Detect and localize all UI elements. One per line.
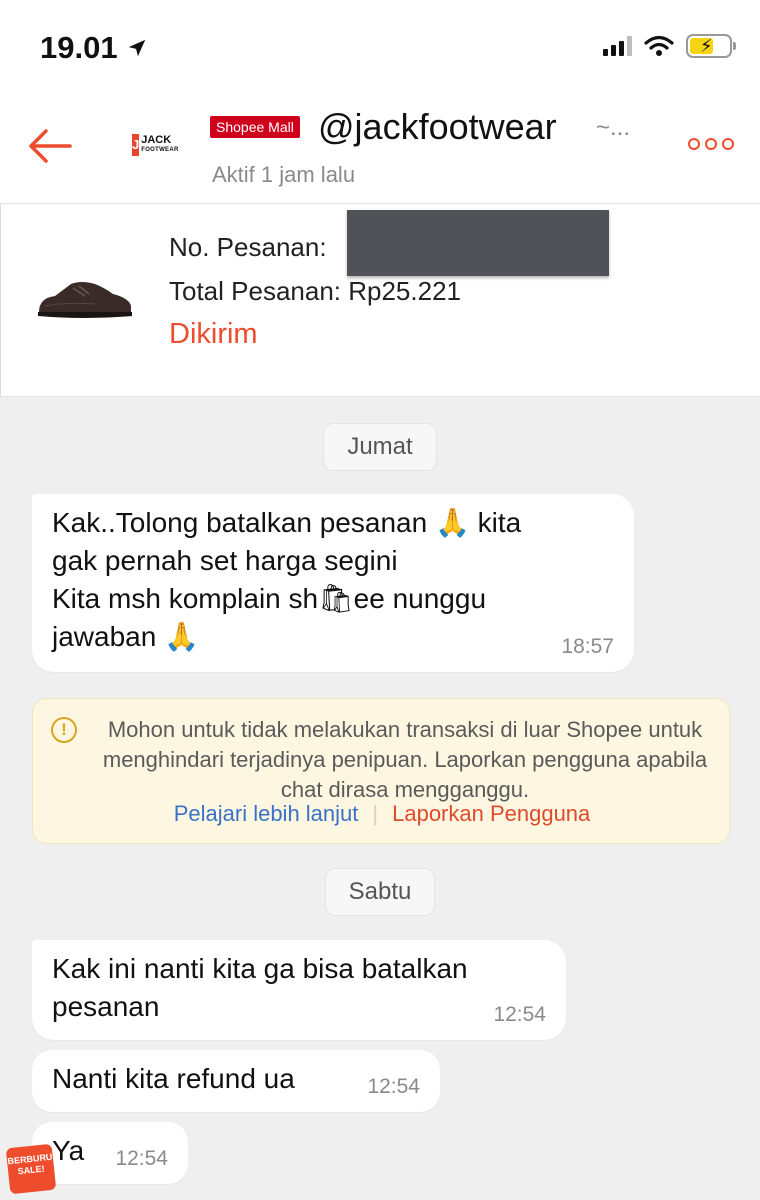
wifi-icon <box>644 35 674 56</box>
order-number-label: No. Pesanan: <box>169 232 327 262</box>
info-circle-icon: ! <box>51 717 77 743</box>
safety-warning-banner: ! Mohon untuk tidak melakukan transaksi … <box>32 698 730 844</box>
order-card[interactable]: No. Pesanan: Total Pesanan: Rp25.221 Dik… <box>0 204 760 397</box>
date-chip: Sabtu <box>325 868 435 916</box>
message-time: 12:54 <box>493 1003 546 1026</box>
message-line: pesanan <box>52 991 160 1022</box>
warning-text: Mohon untuk tidak melakukan transaksi di… <box>102 717 708 802</box>
message-line: Kak ini nanti kita ga bisa batalkan <box>52 953 468 984</box>
report-user-link[interactable]: Laporkan Pengguna <box>392 801 590 826</box>
status-time: 19.01 <box>40 30 148 66</box>
message-line: gak pernah set harga segini <box>52 545 398 576</box>
shoe-product-image <box>38 282 132 318</box>
message-text: Kita msh komplain sh <box>52 583 319 614</box>
message-line: Nanti kita refund ua <box>52 1063 295 1094</box>
status-bar: 19.01 ⚡ <box>0 0 760 96</box>
status-time-text: 19.01 <box>40 30 118 65</box>
message-bubble[interactable]: Kak ini nanti kita ga bisa batalkan pesa… <box>32 940 566 1040</box>
more-dots-icon[interactable] <box>688 138 734 150</box>
sale-sticker: BERBURU SALE! <box>5 1143 57 1195</box>
order-total: Total Pesanan: Rp25.221 <box>169 276 461 306</box>
folded-hands-icon: 🙏 <box>164 621 199 652</box>
shopee-bag-icon: 🛍 <box>318 583 354 614</box>
message-text: kita <box>477 507 522 538</box>
message-bubble[interactable]: Kak..Tolong batalkan pesanan 🙏 kita gak … <box>32 494 634 672</box>
battery-charging-icon: ⚡ <box>686 34 736 58</box>
order-status: Dikirim <box>169 318 258 350</box>
status-icons: ⚡ <box>603 34 736 58</box>
message-time: 18:57 <box>561 635 614 658</box>
message-line: Kita msh komplain sh🛍ee nunggu <box>52 580 614 618</box>
message-text: jawaban <box>52 621 157 652</box>
shop-name-suffix: ~... <box>596 114 631 141</box>
message-bubble[interactable]: Nanti kita refund ua 12:54 <box>32 1050 440 1112</box>
redacted-order-number <box>347 210 609 276</box>
date-chip: Jumat <box>323 423 437 471</box>
message-text: ee nunggu <box>353 583 487 614</box>
warning-links: Pelajari lebih lanjut | Laporkan Pengguna <box>33 801 731 827</box>
location-arrow-icon <box>128 39 145 57</box>
message-time: 12:54 <box>115 1147 168 1170</box>
shop-logo-sub: FOOTWEAR <box>141 147 179 153</box>
message-line: jawaban 🙏 <box>52 618 614 656</box>
message-line: Kak..Tolong batalkan pesanan 🙏 kita <box>52 504 614 542</box>
shop-name[interactable]: @jackfootwear <box>318 106 557 148</box>
link-divider: | <box>372 801 379 826</box>
shopee-mall-badge: Shopee Mall <box>210 116 300 138</box>
shop-logo-mark: J <box>132 134 140 156</box>
learn-more-link[interactable]: Pelajari lebih lanjut <box>174 801 359 826</box>
active-status: Aktif 1 jam lalu <box>212 162 356 187</box>
cellular-signal-icon <box>603 36 632 56</box>
arrow-left-icon[interactable] <box>26 126 74 166</box>
shop-logo[interactable]: J JACK FOOTWEAR <box>132 132 178 158</box>
message-time: 12:54 <box>367 1075 420 1098</box>
message-bubble[interactable]: Ya 12:54 <box>32 1122 188 1184</box>
folded-hands-icon: 🙏 <box>434 507 470 538</box>
message-text: Kak..Tolong batalkan pesanan <box>52 507 428 538</box>
chat-header: J JACK FOOTWEAR Shopee Mall @jackfootwea… <box>0 96 760 204</box>
